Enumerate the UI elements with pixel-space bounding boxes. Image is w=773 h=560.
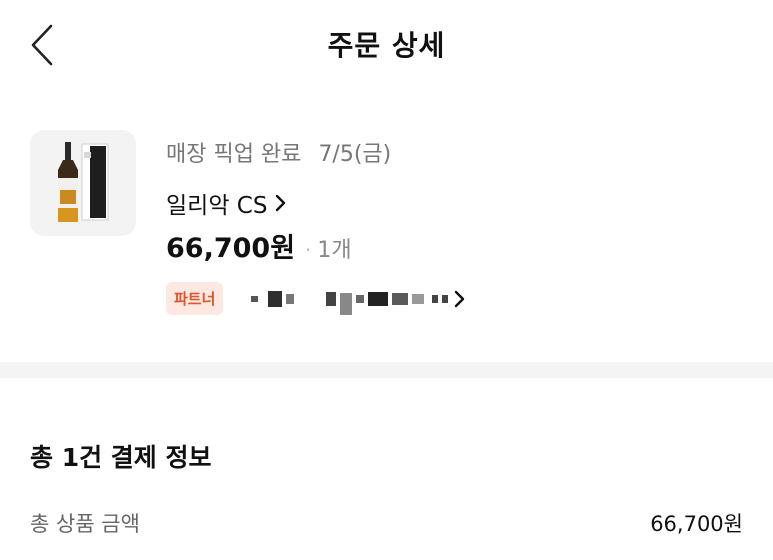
total-value: 66,700원	[650, 512, 743, 536]
product-thumbnail[interactable]	[30, 130, 136, 236]
order-status: 매장 픽업 완료 7/5(금)	[166, 136, 391, 168]
payment-summary-title: 총 1건 결제 정보	[30, 443, 212, 472]
store-link[interactable]: 일리악 CS	[166, 186, 287, 220]
item-quantity: 1개	[317, 238, 352, 263]
order-date: 7/5(금)	[318, 142, 392, 167]
order-item-card[interactable]: 매장 픽업 완료 7/5(금) 일리악 CS 66,700원 · 1개 파트너	[0, 110, 773, 350]
store-name: 일리악 CS	[166, 193, 268, 219]
chevron-right-icon	[276, 194, 286, 212]
separator-dot: ·	[305, 238, 312, 262]
whisky-bottle-image	[58, 142, 109, 222]
partner-link[interactable]: 파트너	[166, 282, 466, 315]
total-label: 총 상품 금액	[30, 512, 140, 536]
section-divider	[0, 362, 773, 378]
price-info: 66,700원 · 1개	[166, 226, 352, 265]
total-amount-row: 총 상품 금액 66,700원	[30, 508, 743, 538]
page-title: 주문 상세	[327, 29, 446, 62]
status-text: 매장 픽업 완료	[166, 142, 302, 167]
redacted-partner-name	[251, 283, 449, 315]
chevron-right-icon	[455, 290, 465, 307]
top-bar: 주문 상세	[0, 0, 773, 92]
partner-badge: 파트너	[166, 282, 224, 315]
item-price: 66,700원	[166, 233, 296, 264]
